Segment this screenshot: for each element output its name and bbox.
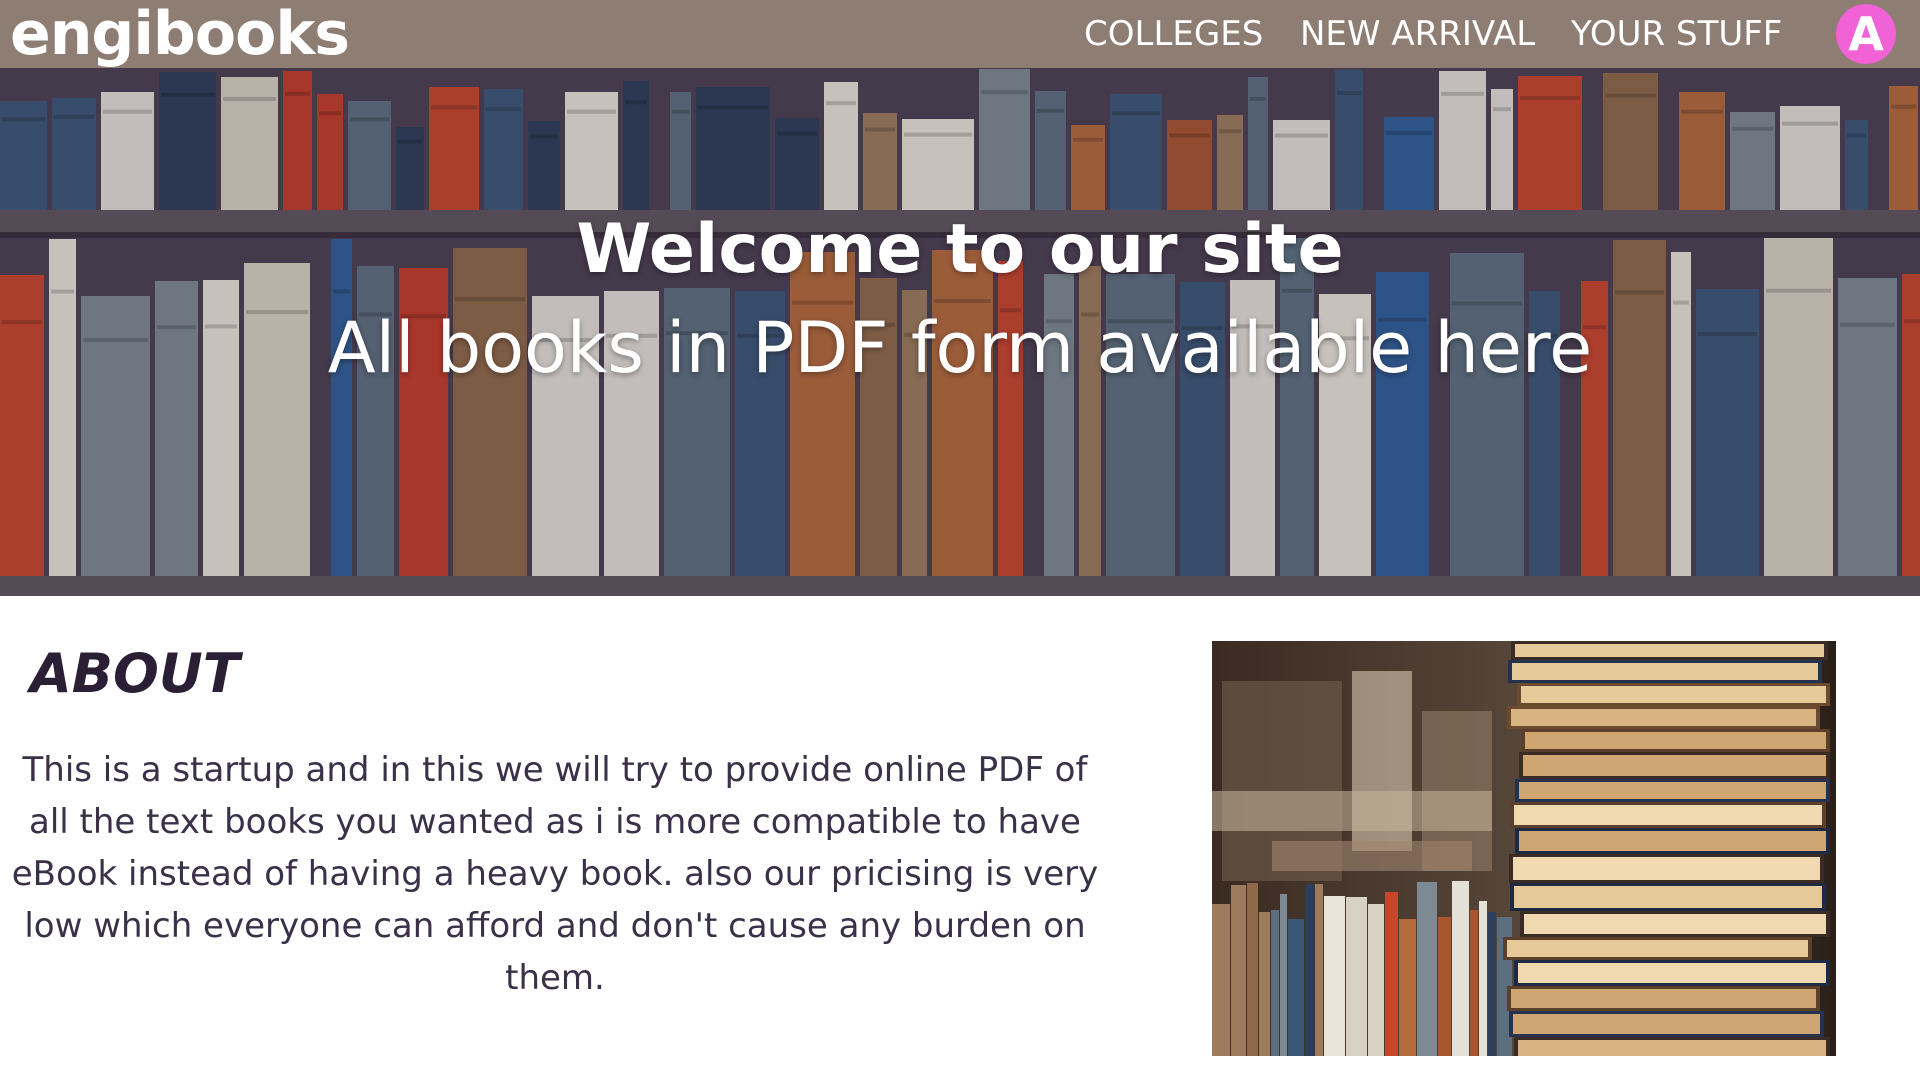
nav-link-colleges[interactable]: COLLEGES (1084, 14, 1263, 54)
nav-link-new-arrival[interactable]: NEW ARRIVAL (1300, 14, 1535, 54)
top-navbar: engibooks COLLEGES NEW ARRIVAL YOUR STUF… (0, 0, 1920, 70)
nav-link-your-stuff[interactable]: YOUR STUFF (1571, 14, 1782, 54)
about-heading: ABOUT (30, 642, 240, 705)
hero-banner: Welcome to our site All books in PDF for… (0, 68, 1920, 596)
book-stack-image (1212, 641, 1836, 1056)
hero-title: Welcome to our site (576, 210, 1344, 289)
site-logo[interactable]: engibooks (10, 0, 350, 70)
user-avatar[interactable]: A (1836, 4, 1896, 64)
about-description: This is a startup and in this we will tr… (11, 750, 1099, 998)
hero-subtitle: All books in PDF form available here (327, 307, 1593, 389)
